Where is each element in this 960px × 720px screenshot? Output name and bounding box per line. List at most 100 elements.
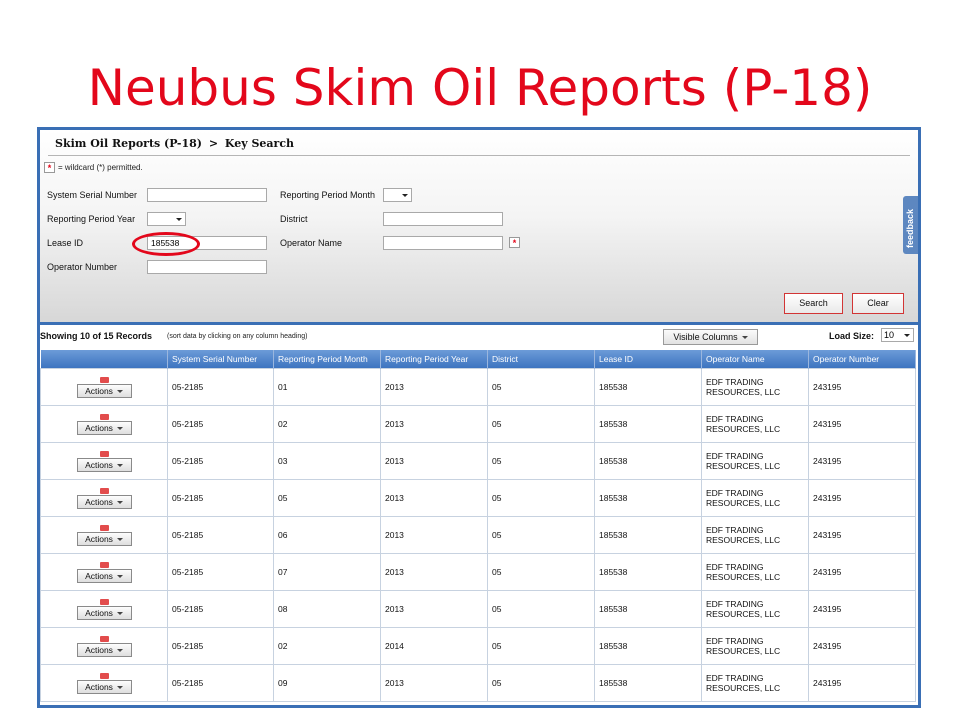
clear-button[interactable]: Clear — [852, 293, 904, 314]
cell-lease-id: 185538 — [594, 664, 702, 702]
cell-serial: 05-2185 — [167, 590, 274, 628]
operator-name-input[interactable] — [383, 236, 503, 250]
load-size-label: Load Size: — [829, 331, 875, 341]
actions-button[interactable]: Actions — [76, 568, 132, 583]
cell-operator-name: EDF TRADING RESOURCES, LLC — [701, 627, 809, 665]
cell-operator-number: 243195 — [808, 405, 916, 443]
actions-button[interactable]: Actions — [76, 420, 132, 435]
column-header[interactable]: Lease ID — [594, 350, 702, 369]
wildcard-icon: * — [44, 162, 55, 173]
operator-name-line-1: EDF TRADING — [706, 488, 764, 498]
district-input[interactable] — [383, 212, 503, 226]
table-row[interactable]: Actions 05-2185 02 2014 05 185538 EDF TRADING R… — [40, 627, 916, 665]
delete-icon[interactable] — [99, 524, 109, 531]
delete-icon[interactable] — [99, 376, 109, 383]
cell-district: 05 — [487, 479, 595, 517]
operator-name-line-2: RESOURCES, LLC — [706, 646, 781, 656]
district-label: District — [280, 214, 308, 224]
actions-button[interactable]: Actions — [76, 494, 132, 509]
column-header[interactable]: Operator Name — [701, 350, 809, 369]
actions-label: Actions — [85, 607, 113, 618]
cell-district: 05 — [487, 664, 595, 702]
delete-icon[interactable] — [99, 598, 109, 605]
actions-label: Actions — [85, 570, 113, 581]
column-header[interactable]: District — [487, 350, 595, 369]
column-header[interactable]: Reporting Period Month — [273, 350, 381, 369]
cell-year: 2013 — [380, 516, 488, 554]
load-size-select[interactable]: 10 — [881, 328, 914, 342]
row-actions-cell: Actions — [40, 664, 168, 702]
operator-name-line-1: EDF TRADING — [706, 599, 764, 609]
actions-button[interactable]: Actions — [76, 642, 132, 657]
cell-lease-id: 185538 — [594, 553, 702, 591]
cell-month: 07 — [273, 553, 381, 591]
delete-icon[interactable] — [99, 561, 109, 568]
actions-label: Actions — [85, 644, 113, 655]
cell-operator-number: 243195 — [808, 516, 916, 554]
breadcrumb-section[interactable]: Skim Oil Reports (P-18) — [55, 137, 202, 150]
table-row[interactable]: Actions 05-2185 02 2013 05 185538 EDF TRADING R… — [40, 405, 916, 443]
wildcard-icon: * — [509, 237, 520, 248]
cell-operator-name: EDF TRADING RESOURCES, LLC — [701, 405, 809, 443]
cell-serial: 05-2185 — [167, 442, 274, 480]
column-header[interactable]: Operator Number — [808, 350, 916, 369]
results-table: System Serial Number Reporting Period Mo… — [40, 350, 916, 702]
operator-number-input[interactable] — [147, 260, 267, 274]
system-serial-number-input[interactable] — [147, 188, 267, 202]
delete-icon[interactable] — [99, 487, 109, 494]
cell-operator-name: EDF TRADING RESOURCES, LLC — [701, 516, 809, 554]
table-row[interactable]: Actions 05-2185 03 2013 05 185538 EDF TRADING R… — [40, 442, 916, 480]
cell-month: 05 — [273, 479, 381, 517]
actions-button[interactable]: Actions — [76, 605, 132, 620]
cell-month: 08 — [273, 590, 381, 628]
table-row[interactable]: Actions 05-2185 08 2013 05 185538 EDF TRADING R… — [40, 590, 916, 628]
actions-label: Actions — [85, 385, 113, 396]
table-row[interactable]: Actions 05-2185 07 2013 05 185538 EDF TRADING R… — [40, 553, 916, 591]
results-toolbar: Showing 10 of 15 Records (sort data by c… — [40, 325, 918, 349]
chevron-down-icon — [116, 537, 123, 541]
feedback-tab[interactable]: feedback — [903, 196, 918, 254]
cell-year: 2013 — [380, 590, 488, 628]
table-row[interactable]: Actions 05-2185 05 2013 05 185538 EDF TRADING R… — [40, 479, 916, 517]
cell-year: 2013 — [380, 553, 488, 591]
cell-month: 06 — [273, 516, 381, 554]
delete-icon[interactable] — [99, 413, 109, 420]
row-actions-cell: Actions — [40, 442, 168, 480]
actions-button[interactable]: Actions — [76, 531, 132, 546]
cell-serial: 05-2185 — [167, 664, 274, 702]
table-row[interactable]: Actions 05-2185 06 2013 05 185538 EDF TRADING R… — [40, 516, 916, 554]
cell-district: 05 — [487, 627, 595, 665]
actions-label: Actions — [85, 459, 113, 470]
cell-operator-name: EDF TRADING RESOURCES, LLC — [701, 553, 809, 591]
cell-lease-id: 185538 — [594, 479, 702, 517]
operator-name-line-2: RESOURCES, LLC — [706, 535, 781, 545]
table-row[interactable]: Actions 05-2185 09 2013 05 185538 EDF TRADING R… — [40, 664, 916, 702]
actions-button[interactable]: Actions — [76, 457, 132, 472]
cell-serial: 05-2185 — [167, 479, 274, 517]
column-header[interactable]: System Serial Number — [167, 350, 274, 369]
cell-operator-name: EDF TRADING RESOURCES, LLC — [701, 479, 809, 517]
column-header[interactable]: Reporting Period Year — [380, 350, 488, 369]
operator-name-line-2: RESOURCES, LLC — [706, 609, 781, 619]
cell-lease-id: 185538 — [594, 516, 702, 554]
visible-columns-button[interactable]: Visible Columns — [663, 329, 758, 345]
system-serial-number-label: System Serial Number — [47, 190, 138, 200]
delete-icon[interactable] — [99, 635, 109, 642]
chevron-down-icon — [741, 336, 748, 340]
operator-name-line-1: EDF TRADING — [706, 377, 764, 387]
reporting-period-year-label: Reporting Period Year — [47, 214, 136, 224]
delete-icon[interactable] — [99, 450, 109, 457]
cell-serial: 05-2185 — [167, 405, 274, 443]
table-row[interactable]: Actions 05-2185 01 2013 05 185538 EDF TRADING R… — [40, 368, 916, 406]
search-button[interactable]: Search — [784, 293, 843, 314]
cell-district: 05 — [487, 405, 595, 443]
delete-icon[interactable] — [99, 672, 109, 679]
reporting-period-month-select[interactable] — [383, 188, 412, 202]
actions-button[interactable]: Actions — [76, 383, 132, 398]
chevron-down-icon — [116, 463, 123, 467]
cell-operator-name: EDF TRADING RESOURCES, LLC — [701, 590, 809, 628]
actions-button[interactable]: Actions — [76, 679, 132, 694]
reporting-period-year-select[interactable] — [147, 212, 186, 226]
cell-district: 05 — [487, 553, 595, 591]
operator-name-line-2: RESOURCES, LLC — [706, 387, 781, 397]
